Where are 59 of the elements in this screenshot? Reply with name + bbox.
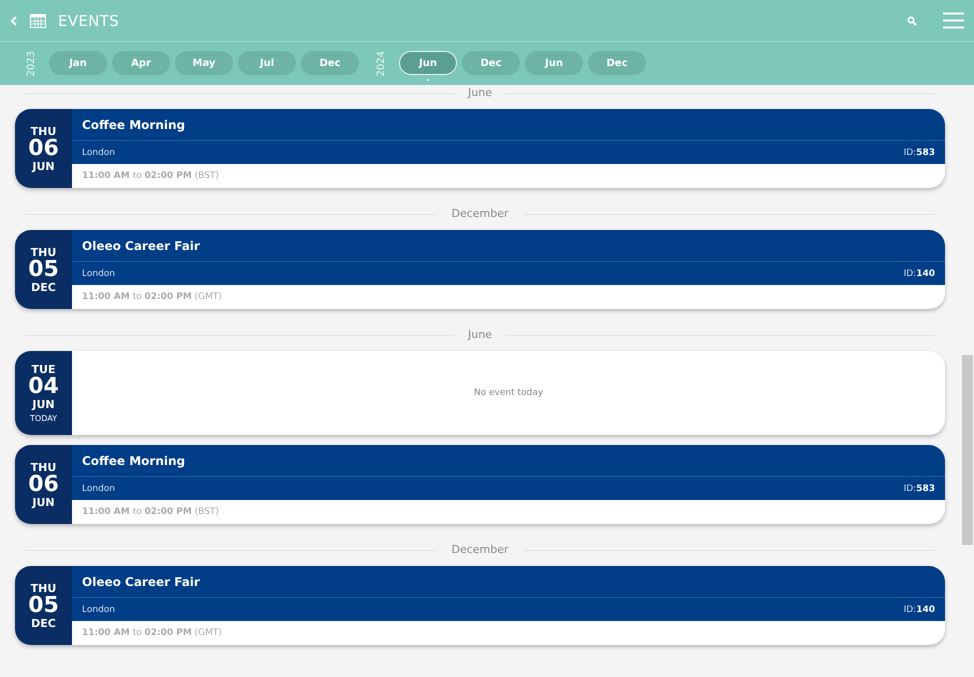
year-label: 2024: [376, 50, 388, 76]
event-title: Oleeo Career Fair: [82, 238, 200, 252]
event-title: Oleeo Career Fair: [82, 574, 200, 588]
month-divider-label: June: [468, 85, 492, 101]
day-number: 06: [28, 474, 59, 496]
month-label: DEC: [31, 616, 56, 630]
calendar-icon: [30, 14, 46, 28]
month-label: JUN: [32, 160, 55, 172]
event-id: ID:583: [904, 484, 935, 494]
month-label: DEC: [31, 280, 56, 294]
event-time: 11:00 AM to 02:00 PM (BST): [82, 171, 219, 181]
event-time: 11:00 AM to 02:00 PM (BST): [82, 507, 219, 517]
event-location: London: [82, 148, 115, 158]
event-title: Coffee Morning: [82, 118, 186, 132]
event-id: ID:140: [904, 268, 935, 278]
today-label: TODAY: [30, 414, 57, 423]
year-label: 2023: [26, 50, 38, 76]
scrollbar-thumb[interactable]: [962, 355, 973, 545]
month-pill[interactable]: Dec: [462, 51, 520, 76]
weekday: THU: [30, 582, 56, 594]
event-card[interactable]: THU 06 JUN Coffee Morning London ID:583 11:00 AM to 02:00 PM (BST): [15, 109, 945, 188]
day-number: 05: [28, 594, 59, 616]
month-pill[interactable]: Dec: [301, 51, 359, 76]
empty-message: No event today: [474, 388, 544, 398]
month-divider-label: December: [451, 206, 509, 222]
weekday: THU: [30, 460, 56, 474]
event-card[interactable]: THU 06 JUN Coffee Morning London ID:583 11:00 AM to 02:00 PM (BST): [15, 445, 945, 524]
month-pill[interactable]: Jul: [238, 51, 296, 76]
search-icon[interactable]: [907, 16, 917, 26]
selected-indicator: [427, 79, 429, 82]
month-divider-label: December: [451, 542, 509, 558]
back-icon[interactable]: [10, 16, 18, 26]
weekday: THU: [30, 246, 56, 258]
day-number: 06: [28, 138, 59, 160]
menu-icon[interactable]: [943, 12, 964, 29]
event-location: London: [82, 484, 115, 494]
month-pill[interactable]: Jun: [525, 51, 583, 76]
event-location: London: [82, 268, 115, 278]
weekday: THU: [30, 124, 56, 138]
event-card[interactable]: THU 05 DEC Oleeo Career Fair London ID:140 11:00 AM to 02:00 PM (GMT): [15, 566, 945, 645]
day-number: 04: [28, 376, 59, 398]
month-label: JUN: [32, 398, 55, 411]
month-pill[interactable]: Dec: [588, 51, 646, 76]
event-card[interactable]: THU 05 DEC Oleeo Career Fair London ID:140 11:00 AM to 02:00 PM (GMT): [15, 230, 945, 309]
event-title: Coffee Morning: [82, 454, 186, 468]
event-id: ID:140: [904, 604, 935, 614]
page-title: EVENTS: [58, 12, 120, 30]
weekday: TUE: [32, 363, 56, 376]
month-pill[interactable]: Apr: [112, 51, 170, 76]
month-pill[interactable]: May: [175, 51, 233, 76]
month-divider-label: June: [468, 327, 492, 343]
event-id: ID:583: [904, 148, 935, 158]
month-pill[interactable]: Jun: [399, 51, 457, 76]
day-number: 05: [28, 258, 59, 280]
event-location: London: [82, 604, 115, 614]
event-time: 11:00 AM to 02:00 PM (GMT): [82, 628, 222, 638]
month-label: JUN: [32, 496, 55, 508]
month-pill[interactable]: Jan: [49, 51, 107, 76]
event-time: 11:00 AM to 02:00 PM (GMT): [82, 292, 222, 302]
